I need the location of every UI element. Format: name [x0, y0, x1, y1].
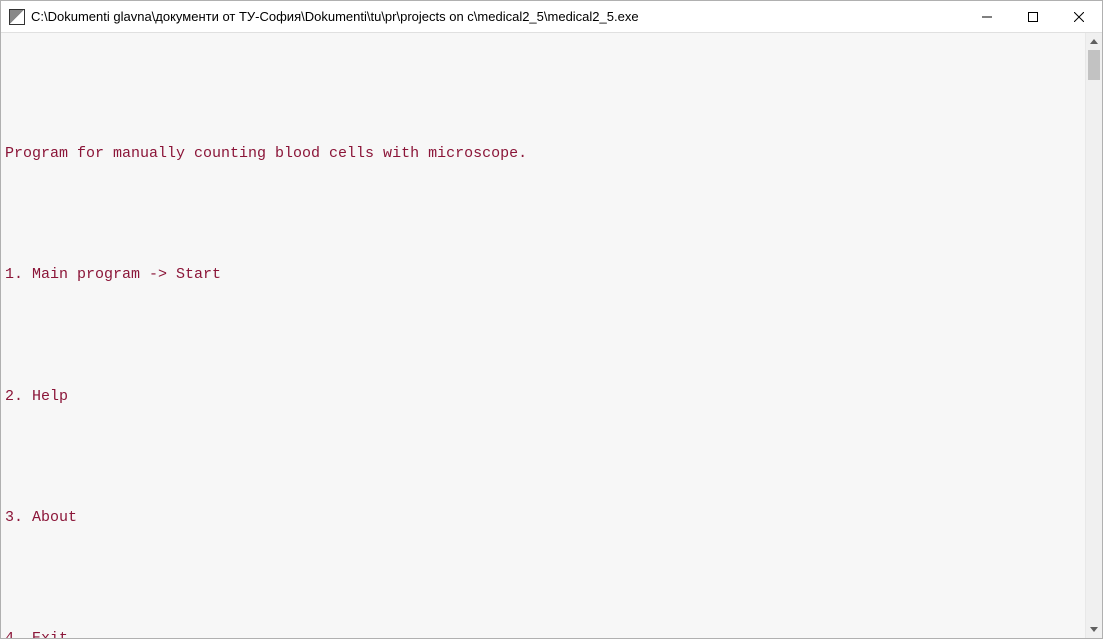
- chevron-up-icon: [1090, 39, 1098, 44]
- scroll-track[interactable]: [1086, 50, 1102, 621]
- console-output[interactable]: Program for manually counting blood cell…: [1, 33, 1085, 638]
- minimize-icon: [982, 12, 992, 22]
- scroll-thumb[interactable]: [1088, 50, 1100, 80]
- app-icon: [9, 9, 25, 25]
- close-icon: [1074, 12, 1084, 22]
- content-area: Program for manually counting blood cell…: [1, 33, 1102, 638]
- maximize-button[interactable]: [1010, 1, 1056, 32]
- menu-item-1: 1. Main program -> Start: [5, 265, 1081, 285]
- console-blank: [5, 569, 1081, 589]
- console-window: C:\Dokumenti glavna\документи от ТУ-Софи…: [0, 0, 1103, 639]
- console-header: Program for manually counting blood cell…: [5, 144, 1081, 164]
- minimize-button[interactable]: [964, 1, 1010, 32]
- scroll-down-arrow[interactable]: [1086, 621, 1102, 638]
- chevron-down-icon: [1090, 627, 1098, 632]
- console-blank: [5, 326, 1081, 346]
- scroll-up-arrow[interactable]: [1086, 33, 1102, 50]
- titlebar[interactable]: C:\Dokumenti glavna\документи от ТУ-Софи…: [1, 1, 1102, 33]
- vertical-scrollbar[interactable]: [1085, 33, 1102, 638]
- maximize-icon: [1028, 12, 1038, 22]
- menu-item-3: 3. About: [5, 508, 1081, 528]
- console-blank: [5, 84, 1081, 104]
- console-blank: [5, 205, 1081, 225]
- menu-item-2: 2. Help: [5, 387, 1081, 407]
- menu-item-4: 4. Exit: [5, 629, 1081, 638]
- window-title: C:\Dokumenti glavna\документи от ТУ-Софи…: [31, 9, 964, 24]
- console-blank: [5, 447, 1081, 467]
- window-controls: [964, 1, 1102, 32]
- close-button[interactable]: [1056, 1, 1102, 32]
